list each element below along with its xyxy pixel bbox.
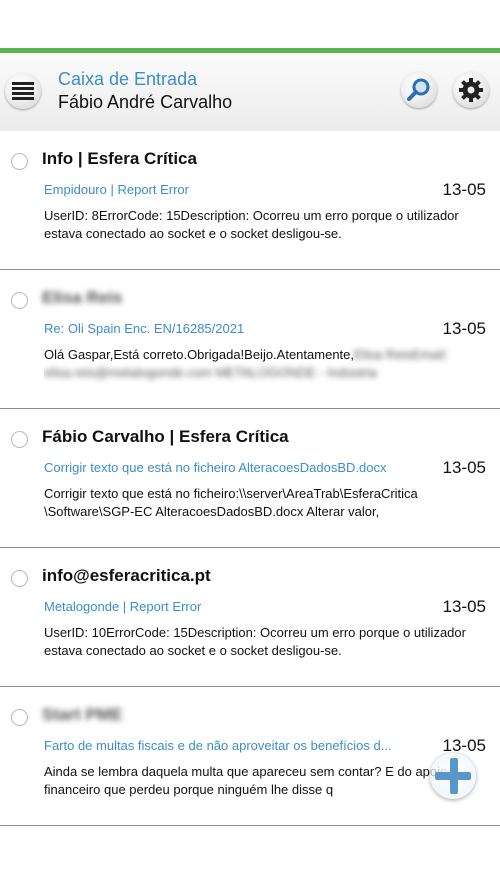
message-subject: Empidouro | Report Error: [44, 182, 189, 197]
message-sender: info@esferacritica.pt: [42, 566, 211, 585]
select-radio[interactable]: [11, 709, 28, 726]
message-item[interactable]: info@esferacritica.pt Metalogonde | Repo…: [0, 548, 500, 687]
message-item[interactable]: Elisa Reis Re: Oli Spain Enc. EN/16285/2…: [0, 270, 500, 409]
message-sender: Fábio Carvalho | Esfera Crítica: [42, 427, 289, 446]
search-button[interactable]: [401, 72, 437, 108]
select-radio[interactable]: [11, 153, 28, 170]
select-radio[interactable]: [11, 570, 28, 587]
message-preview: Olá Gaspar,Está correto.Obrigada!Beijo.A…: [44, 346, 492, 384]
gear-icon: [459, 78, 483, 102]
message-subject: Re: Oli Spain Enc. EN/16285/2021: [44, 321, 245, 336]
message-item[interactable]: Info | Esfera Crítica Empidouro | Report…: [0, 131, 500, 270]
search-icon: [407, 78, 430, 101]
message-sender: Start PME: [42, 705, 123, 724]
hamburger-menu-icon: [12, 82, 34, 100]
inbox-title: Caixa de Entrada: [58, 69, 198, 89]
message-subject: Corrigir texto que está no ficheiro Alte…: [44, 460, 387, 475]
message-preview: UserID: 8ErrorCode: 15Description: Ocorr…: [44, 208, 459, 241]
message-item[interactable]: Start PME Farto de multas fiscais e de n…: [0, 687, 500, 826]
preview-visible: Olá Gaspar,Está correto.Obrigada!Beijo.A…: [44, 347, 355, 362]
message-sender: Elisa Reis: [42, 288, 123, 307]
app-header: Caixa de Entrada Fábio André Carvalho: [0, 53, 500, 132]
message-date: 13-05: [442, 180, 486, 199]
message-subject: Farto de multas fiscais e de não aprovei…: [44, 738, 392, 753]
message-preview: UserID: 10ErrorCode: 15Description: Ocor…: [44, 625, 466, 658]
message-preview: Corrigir texto que está no ficheiro:\\se…: [44, 486, 418, 519]
message-preview: Ainda se lembra daquela multa que aparec…: [44, 764, 448, 797]
message-date: 13-05: [442, 597, 486, 616]
header-titles: Caixa de Entrada Fábio André Carvalho: [58, 68, 232, 114]
select-radio[interactable]: [11, 292, 28, 309]
account-name: Fábio André Carvalho: [58, 92, 233, 112]
menu-button[interactable]: [5, 73, 41, 109]
message-item[interactable]: Fábio Carvalho | Esfera Crítica Corrigir…: [0, 409, 500, 548]
message-date: 13-05: [442, 458, 486, 477]
compose-button[interactable]: [430, 753, 476, 799]
select-radio[interactable]: [11, 431, 28, 448]
settings-button[interactable]: [453, 72, 489, 108]
message-subject: Metalogonde | Report Error: [44, 599, 202, 614]
message-date: 13-05: [442, 319, 486, 338]
message-sender: Info | Esfera Crítica: [42, 149, 197, 168]
